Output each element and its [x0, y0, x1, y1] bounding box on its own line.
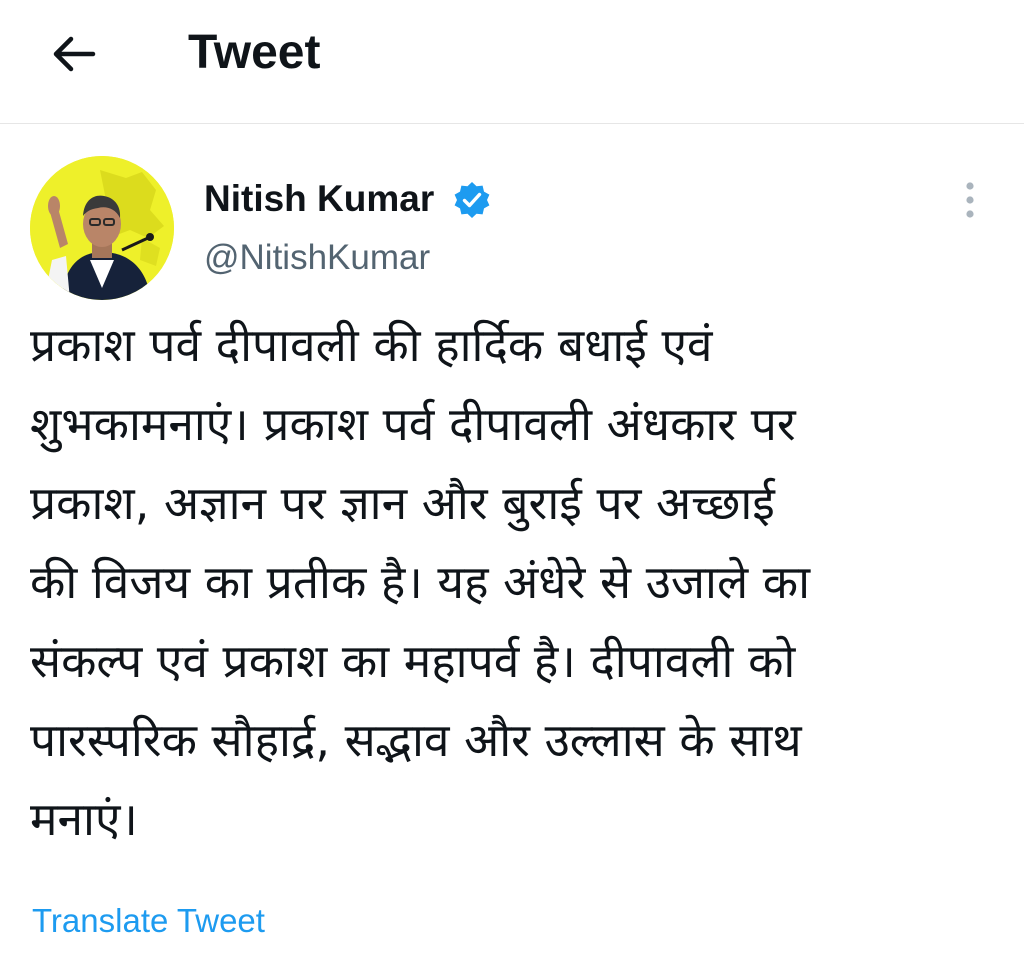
- top-bar: Tweet: [0, 0, 1024, 124]
- author-handle[interactable]: @NitishKumar: [204, 234, 430, 282]
- tweet-text-line: प्रकाश, अज्ञान पर ज्ञान और बुराई पर अच्छ…: [30, 476, 775, 530]
- tweet-text-line: पारस्परिक सौहार्द्र, सद्भाव और उल्लास के…: [30, 713, 802, 767]
- author-name[interactable]: Nitish Kumar: [204, 174, 434, 224]
- page-title: Tweet: [188, 26, 321, 79]
- translate-tweet-link[interactable]: Translate Tweet: [32, 898, 265, 944]
- back-button[interactable]: [48, 32, 100, 76]
- tweet-text-line: प्रकाश पर्व दीपावली की हार्दिक बधाई एवं: [30, 318, 713, 372]
- tweet-text: प्रकाश पर्व दीपावली की हार्दिक बधाई एवं …: [30, 306, 996, 859]
- more-vertical-icon: [966, 182, 974, 218]
- avatar[interactable]: [30, 156, 174, 300]
- tweet-text-line: संकल्प एवं प्रकाश का महापर्व है। दीपावली…: [30, 634, 796, 688]
- arrow-left-icon: [53, 36, 96, 72]
- verified-badge-icon: [454, 182, 490, 218]
- avatar-image: [30, 156, 174, 300]
- tweet-text-line: शुभकामनाएं। प्रकाश पर्व दीपावली अंधकार प…: [30, 397, 796, 451]
- more-options-button[interactable]: [952, 176, 988, 224]
- tweet-text-line: मनाएं।: [30, 792, 138, 846]
- tweet-text-line: की विजय का प्रतीक है। यह अंधेरे से उजाले…: [30, 555, 811, 609]
